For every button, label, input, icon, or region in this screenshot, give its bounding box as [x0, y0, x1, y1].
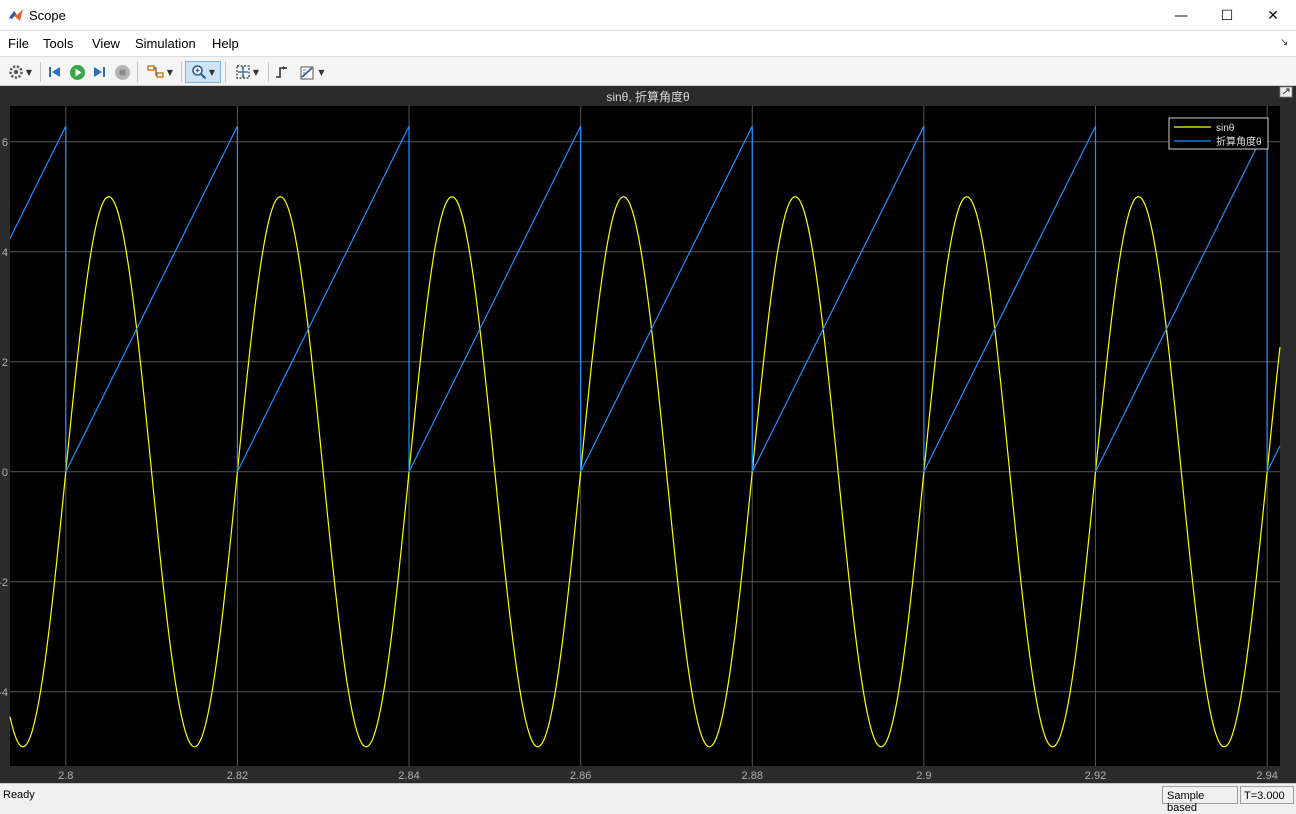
- status-text: Ready: [3, 789, 35, 801]
- menu-simulation[interactable]: Simulation: [135, 36, 196, 51]
- chevron-down-icon: ▼: [252, 67, 260, 77]
- y-tick-label: 4: [2, 247, 8, 259]
- x-tick-label: 2.84: [398, 770, 419, 782]
- x-tick-label: 2.9: [916, 770, 931, 782]
- step-forward-icon: [94, 67, 105, 77]
- y-tick-label: 2: [2, 357, 8, 369]
- toolbar-separator: [40, 62, 41, 82]
- legend-label: sinθ: [1216, 123, 1235, 134]
- axes-background: [10, 106, 1280, 766]
- step-back-button[interactable]: [45, 61, 65, 83]
- menu-help[interactable]: Help: [212, 36, 239, 51]
- toolbar-separator: [225, 62, 226, 82]
- x-tick-label: 2.8: [58, 770, 73, 782]
- chevron-down-icon: ▼: [166, 67, 174, 77]
- sample-mode-indicator: Sample based: [1162, 786, 1238, 814]
- x-tick-label: 2.86: [570, 770, 591, 782]
- close-button[interactable]: ✕: [1250, 0, 1296, 31]
- toolbar-separator: [268, 62, 269, 82]
- menu-view[interactable]: View: [92, 36, 120, 51]
- y-tick-label: -4: [0, 687, 8, 699]
- stop-icon: [114, 64, 130, 80]
- x-tick-label: 2.92: [1085, 770, 1106, 782]
- y-tick-label: 6: [2, 137, 8, 149]
- zoom-icon: [192, 65, 207, 80]
- x-tick-label: 2.82: [227, 770, 248, 782]
- window-title: Scope: [29, 8, 66, 23]
- stop-button[interactable]: [112, 61, 132, 83]
- highlight-block-icon: [147, 65, 164, 78]
- chevron-down-icon: ▼: [25, 67, 33, 77]
- autoscale-button[interactable]: ▼: [229, 61, 265, 83]
- y-tick-label: 0: [2, 467, 8, 479]
- chart-title: sinθ, 折算角度θ: [606, 89, 690, 104]
- maximize-axes-icon[interactable]: [1279, 86, 1293, 98]
- title-bar: Scope — ☐ ✕: [0, 0, 1296, 31]
- legend[interactable]: sinθ折算角度θ: [1168, 117, 1269, 150]
- triggers-icon: [276, 66, 287, 78]
- settings-icon: [9, 65, 23, 79]
- y-tick-label: -2: [0, 577, 8, 589]
- legend-label: 折算角度θ: [1216, 135, 1262, 148]
- toolbar-separator: [181, 62, 182, 82]
- settings-button[interactable]: ▼: [4, 61, 36, 83]
- triggers-button[interactable]: [272, 61, 292, 83]
- chart: sinθ, 折算角度θ 2.8 2.82 2.84 2.86 2.88 2.9 2.92 2.…: [0, 86, 1293, 782]
- run-button[interactable]: [67, 61, 87, 83]
- highlight-block-button[interactable]: ▼: [143, 61, 177, 83]
- x-tick-label: 2.88: [742, 770, 763, 782]
- toolbar-separator: [137, 62, 138, 82]
- menu-tools[interactable]: Tools: [43, 36, 73, 51]
- step-forward-button[interactable]: [89, 61, 109, 83]
- menu-file[interactable]: File: [8, 36, 29, 51]
- matlab-icon: [9, 9, 23, 21]
- measurements-icon: [300, 66, 314, 79]
- minimize-button[interactable]: —: [1158, 0, 1204, 31]
- toolbar: ▼ ▼ ▼ ▼ ▼: [0, 56, 1296, 86]
- step-back-icon: [49, 67, 60, 77]
- status-bar: Ready Sample based T=3.000: [0, 783, 1296, 814]
- scope-display[interactable]: sinθ, 折算角度θ 2.8 2.82 2.84 2.86 2.88 2.9 2.92 2.…: [0, 86, 1296, 783]
- run-icon: [69, 64, 85, 80]
- chevron-down-icon: ▼: [208, 67, 216, 77]
- chevron-down-icon: ▼: [318, 67, 325, 77]
- sim-time-indicator: T=3.000: [1240, 786, 1294, 804]
- undock-icon[interactable]: ↘: [1280, 37, 1288, 48]
- x-tick-label: 2.94: [1256, 770, 1277, 782]
- autoscale-icon: [236, 65, 250, 79]
- zoom-button[interactable]: ▼: [185, 61, 221, 83]
- menu-bar: File Tools View Simulation Help ↘: [0, 31, 1296, 56]
- maximize-button[interactable]: ☐: [1204, 0, 1250, 31]
- measurements-button[interactable]: ▼: [295, 61, 329, 83]
